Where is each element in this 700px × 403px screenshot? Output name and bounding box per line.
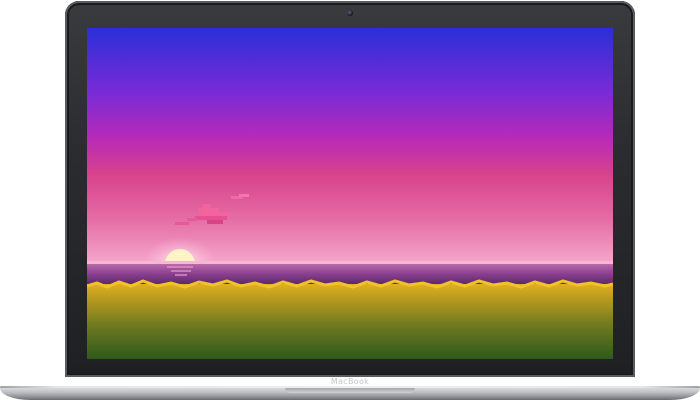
webcam-icon (347, 10, 353, 16)
brand-label: MacBook (330, 377, 370, 386)
horizon (87, 261, 613, 264)
sky (87, 28, 613, 264)
trackpad-notch (285, 388, 415, 393)
wallpaper (87, 28, 613, 359)
desktop-screen (87, 28, 613, 359)
grass-field (87, 284, 613, 359)
laptop-mockup: MacBook (0, 0, 700, 403)
